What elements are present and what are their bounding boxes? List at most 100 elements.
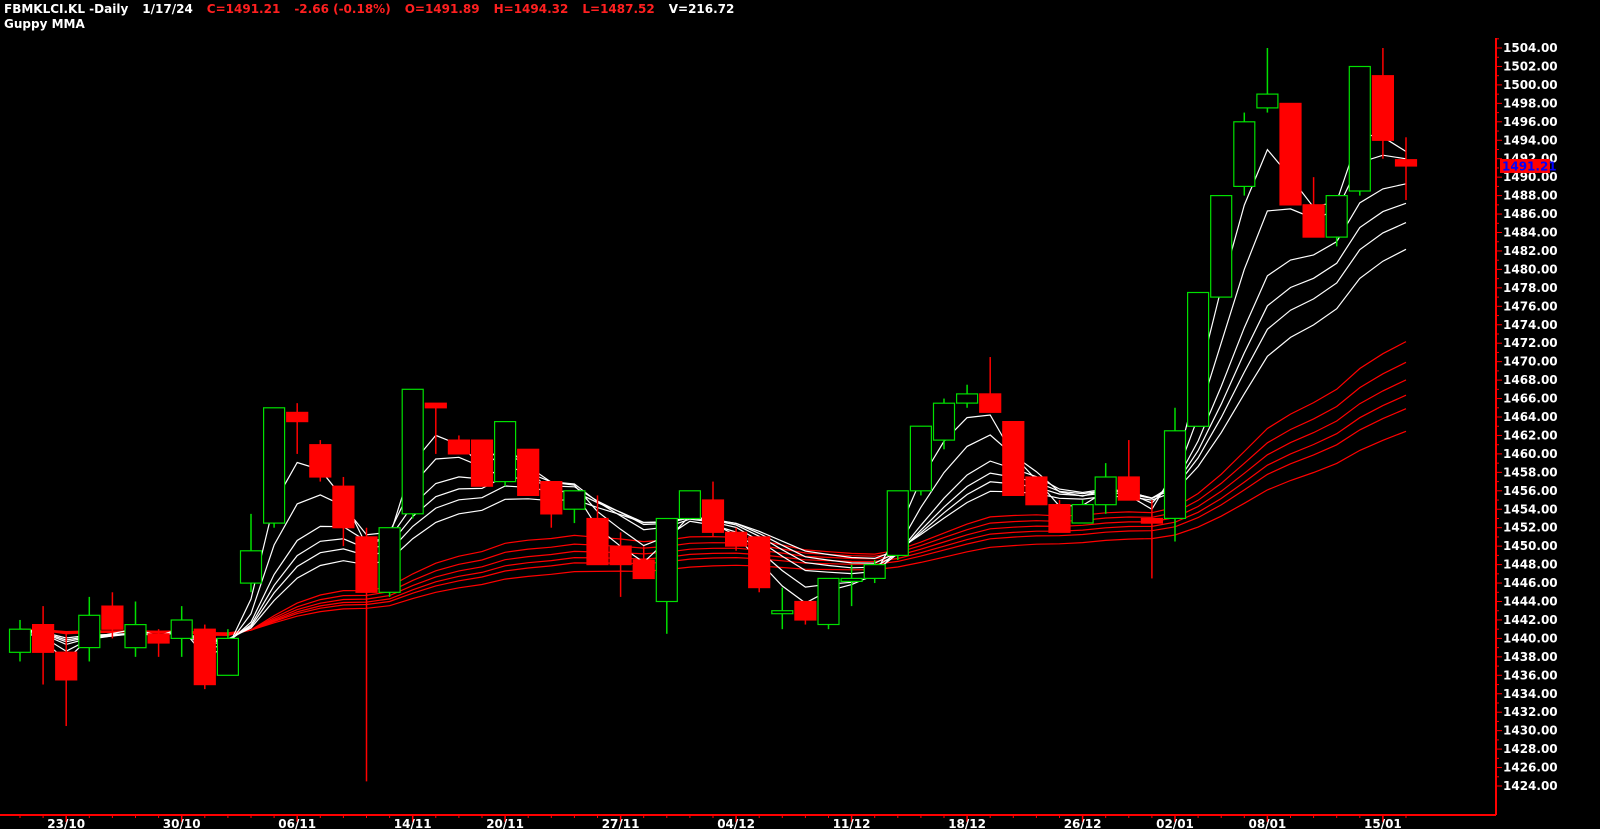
candle[interactable] [31, 606, 55, 685]
y-tick-label: 1446.00 [1503, 576, 1558, 590]
candle-body [124, 623, 147, 649]
candle-body [840, 577, 863, 583]
candle[interactable] [655, 517, 678, 634]
candle[interactable] [286, 403, 309, 454]
candle[interactable] [332, 476, 355, 547]
x-tick-label: 23/10 [47, 817, 85, 829]
candle[interactable] [447, 435, 470, 455]
candle-body [309, 444, 332, 478]
y-tick-label: 1496.00 [1503, 115, 1558, 129]
candle[interactable] [840, 564, 863, 607]
short-ma-line-12 [19, 222, 1407, 642]
candle[interactable] [748, 536, 771, 593]
candle[interactable] [470, 439, 494, 487]
candle-body [863, 563, 886, 579]
candle[interactable] [1210, 195, 1233, 298]
candle[interactable] [955, 384, 979, 408]
candle[interactable] [1256, 48, 1279, 113]
candle[interactable] [771, 587, 794, 630]
candle[interactable] [1348, 65, 1371, 196]
candle-body [1302, 204, 1325, 238]
y-tick-label: 1498.00 [1503, 96, 1558, 110]
candle[interactable] [632, 546, 655, 580]
candle[interactable] [979, 357, 1002, 413]
candle[interactable] [309, 440, 332, 482]
candle[interactable] [1233, 112, 1256, 196]
candle[interactable] [1002, 421, 1025, 497]
y-tick-label: 1486.00 [1503, 207, 1558, 221]
candle[interactable] [378, 527, 401, 597]
candle[interactable] [540, 481, 563, 528]
candle[interactable] [1186, 291, 1210, 427]
candle-body [632, 559, 655, 580]
y-tick-label: 1438.00 [1503, 650, 1558, 664]
candle[interactable] [563, 490, 586, 524]
candle-body [517, 448, 540, 496]
candle-body [655, 517, 678, 603]
x-tick-label: 27/11 [602, 817, 640, 829]
candle[interactable] [609, 532, 632, 597]
y-tick-label: 1484.00 [1503, 226, 1558, 240]
candle[interactable] [401, 388, 424, 519]
candle[interactable] [817, 577, 840, 630]
chart-root: FBMKLCI.KL -Daily 1/17/24 C=1491.21 -2.66 (… [0, 0, 1600, 829]
candle[interactable] [932, 398, 956, 450]
candle[interactable] [1117, 440, 1140, 501]
candle-body [794, 600, 817, 621]
candle-body [748, 536, 771, 589]
candle-body [1371, 75, 1395, 141]
candle[interactable] [147, 629, 170, 657]
candle[interactable] [909, 425, 933, 496]
y-tick-label: 1434.00 [1503, 687, 1558, 701]
candle[interactable] [1302, 177, 1325, 238]
candle[interactable] [701, 481, 725, 537]
x-tick-label: 26/12 [1064, 817, 1102, 829]
y-tick-label: 1450.00 [1503, 539, 1558, 553]
candle[interactable] [886, 490, 909, 560]
candle-body [979, 393, 1002, 413]
candle[interactable] [124, 601, 147, 657]
y-tick-label: 1466.00 [1503, 392, 1558, 406]
candle[interactable] [1094, 463, 1117, 514]
y-tick-label: 1500.00 [1503, 78, 1558, 92]
candle-body [216, 637, 239, 676]
candle[interactable] [8, 619, 32, 662]
candle[interactable] [517, 448, 540, 496]
candle[interactable] [355, 527, 378, 782]
y-tick-label: 1430.00 [1503, 724, 1558, 738]
y-tick-label: 1436.00 [1503, 668, 1558, 682]
candle[interactable] [424, 402, 447, 454]
x-tick-label: 18/12 [948, 817, 986, 829]
candle[interactable] [1279, 102, 1302, 206]
y-tick-label: 1444.00 [1503, 595, 1558, 609]
candle[interactable] [78, 596, 101, 662]
candle[interactable] [1048, 500, 1071, 533]
candle[interactable] [239, 513, 263, 593]
candle[interactable] [1025, 476, 1048, 506]
x-tick-label: 06/11 [278, 817, 316, 829]
candle[interactable] [1163, 407, 1187, 542]
y-tick-label: 1476.00 [1503, 299, 1558, 313]
candle[interactable] [1325, 195, 1348, 247]
candle[interactable] [794, 600, 817, 625]
candle[interactable] [193, 624, 216, 690]
candle[interactable] [263, 407, 286, 528]
candle[interactable] [678, 490, 702, 520]
candles-group [8, 48, 1418, 782]
x-tick-label: 04/12 [717, 817, 755, 829]
candle[interactable] [170, 606, 193, 657]
x-axis: 23/10 30/10 06/11 14/11 20/11 27/11 04/12 11/12… [0, 814, 1496, 829]
candle-body [193, 628, 216, 686]
y-tick-label: 1428.00 [1503, 742, 1558, 756]
x-tick-label: 30/10 [163, 817, 201, 829]
candlestick-chart[interactable]: 1424.00 1426.00 1428.00 1430.00 1432.00 1434.… [0, 0, 1600, 829]
candle-body [8, 628, 32, 653]
candle-body [1025, 476, 1048, 506]
candle[interactable] [1071, 500, 1094, 524]
y-tick-label: 1424.00 [1503, 779, 1558, 793]
y-tick-label: 1440.00 [1503, 631, 1558, 645]
candle[interactable] [494, 421, 517, 487]
candle-body [1117, 476, 1140, 501]
candle-body [1279, 102, 1302, 206]
candle-body [170, 619, 193, 639]
